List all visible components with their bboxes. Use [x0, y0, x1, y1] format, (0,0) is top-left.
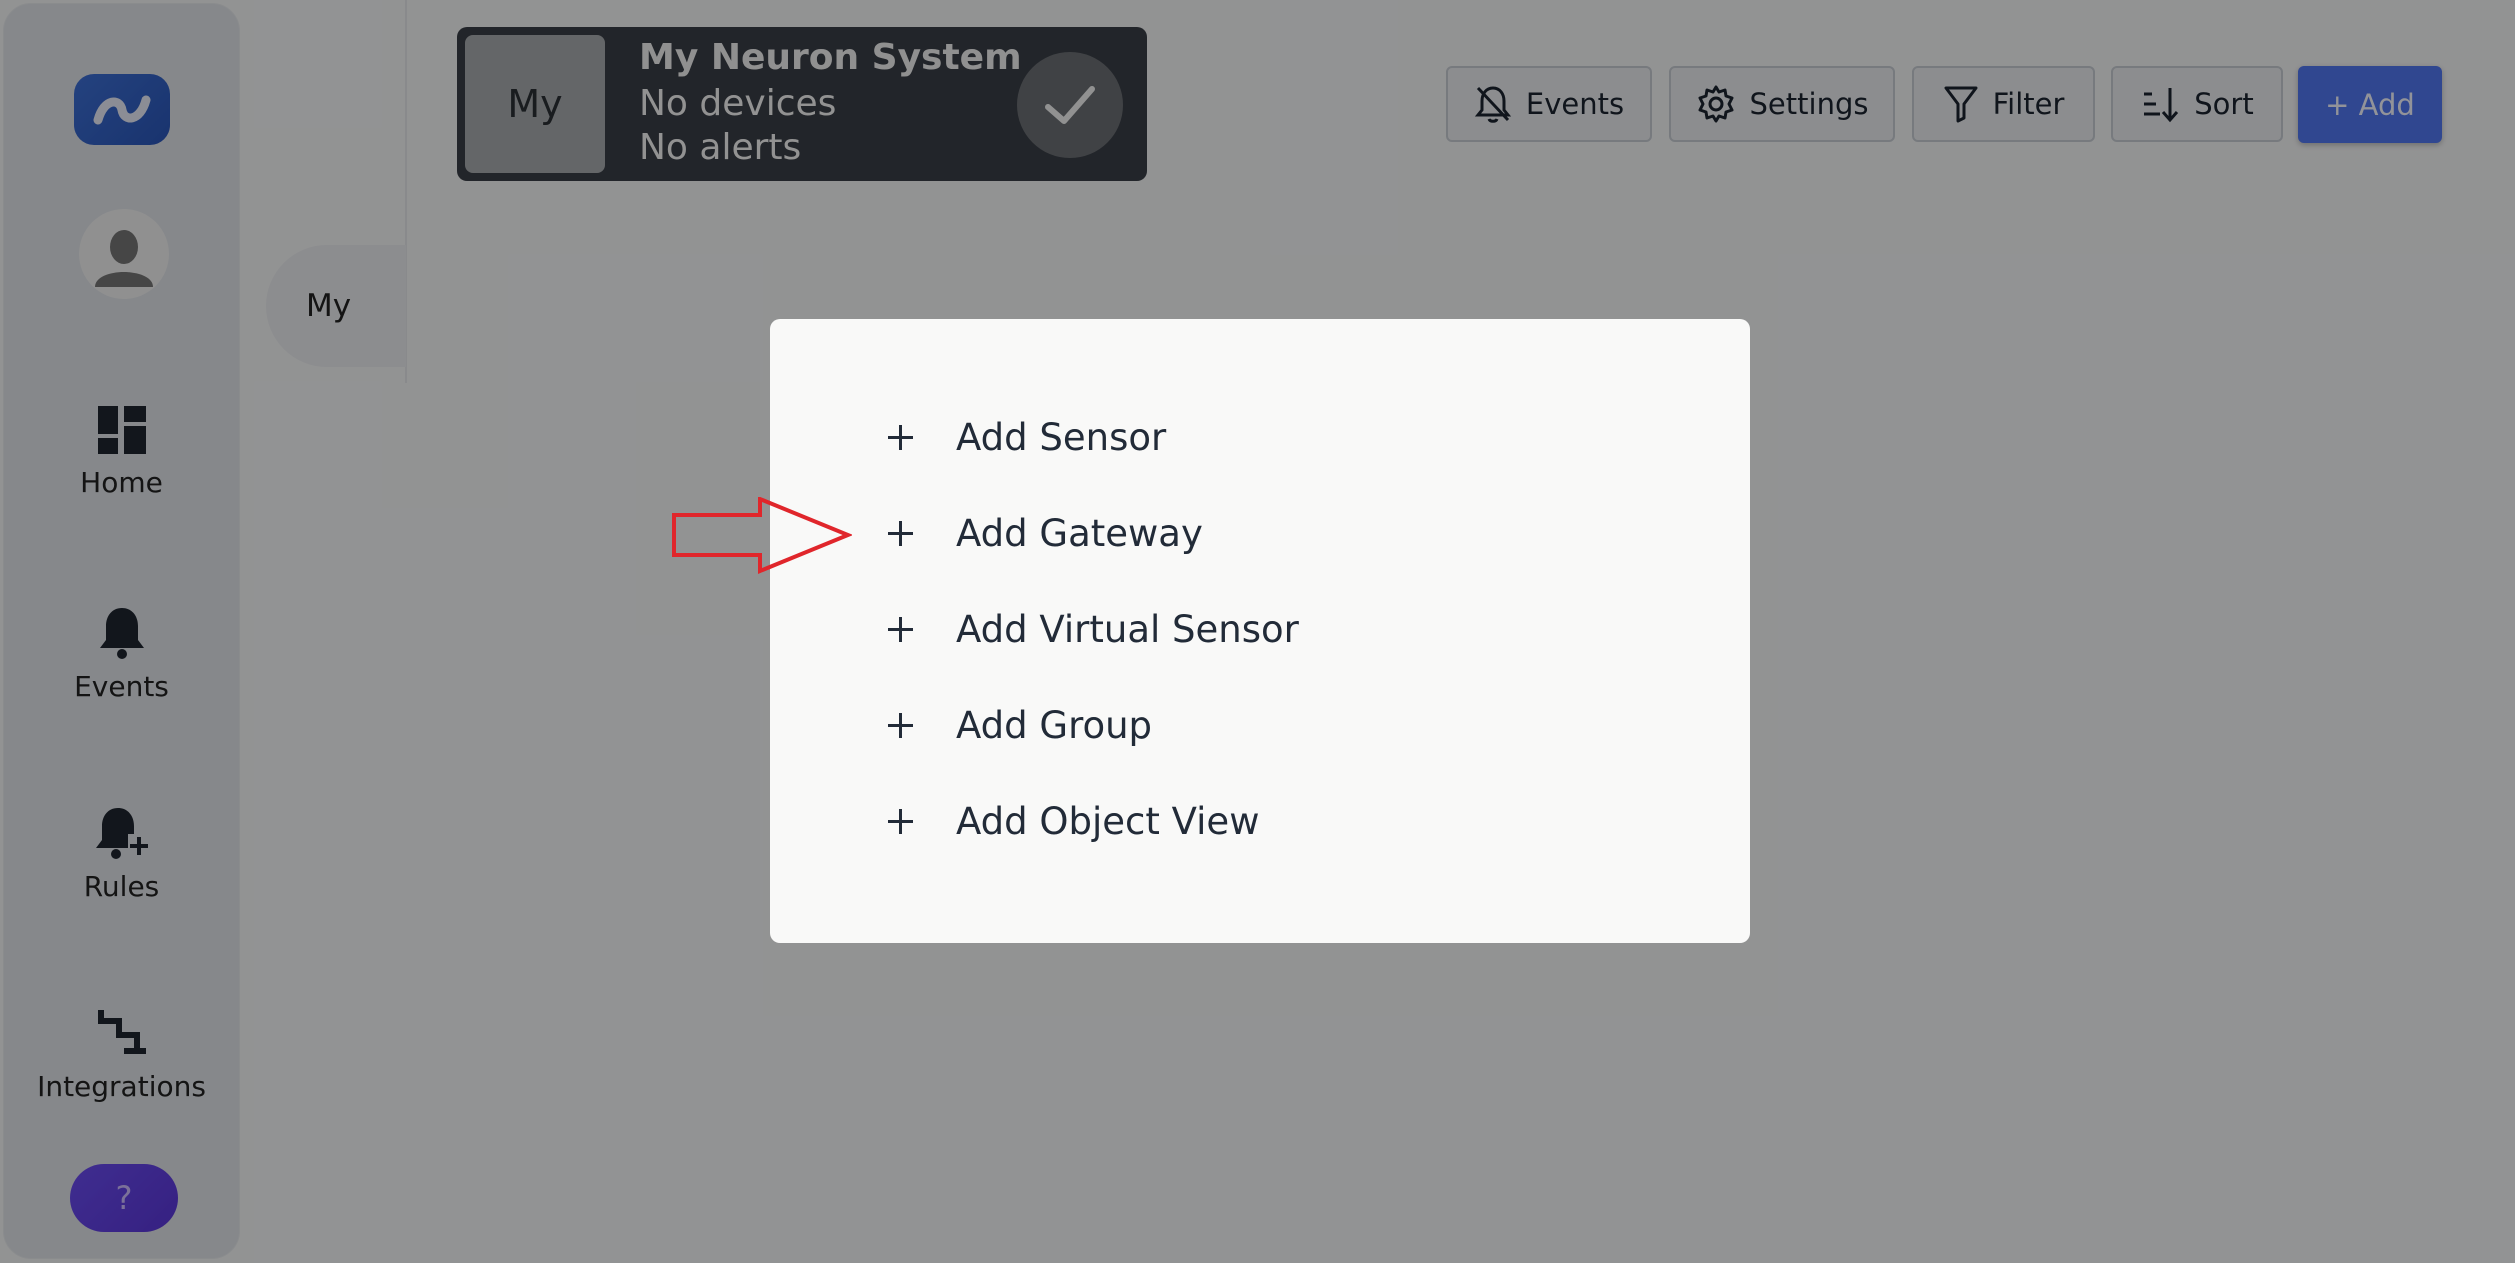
- menu-item-add-group[interactable]: Add Group: [880, 695, 1152, 755]
- add-menu-popup: Add Sensor Add Gateway Add Virtual Senso…: [770, 319, 1750, 943]
- menu-item-label: Add Gateway: [956, 511, 1203, 555]
- menu-item-add-virtual-sensor[interactable]: Add Virtual Sensor: [880, 599, 1299, 659]
- menu-item-label: Add Object View: [956, 799, 1260, 843]
- menu-item-label: Add Virtual Sensor: [956, 607, 1299, 651]
- plus-icon: [880, 705, 920, 745]
- plus-icon: [880, 417, 920, 457]
- plus-icon: [880, 513, 920, 553]
- menu-item-add-gateway[interactable]: Add Gateway: [880, 503, 1203, 563]
- menu-item-label: Add Sensor: [956, 415, 1167, 459]
- menu-item-add-sensor[interactable]: Add Sensor: [880, 407, 1166, 467]
- plus-icon: [880, 609, 920, 649]
- annotation-arrow-icon: [672, 497, 852, 574]
- menu-item-add-object-view[interactable]: Add Object View: [880, 791, 1259, 851]
- menu-item-label: Add Group: [956, 703, 1153, 747]
- plus-icon: [880, 801, 920, 841]
